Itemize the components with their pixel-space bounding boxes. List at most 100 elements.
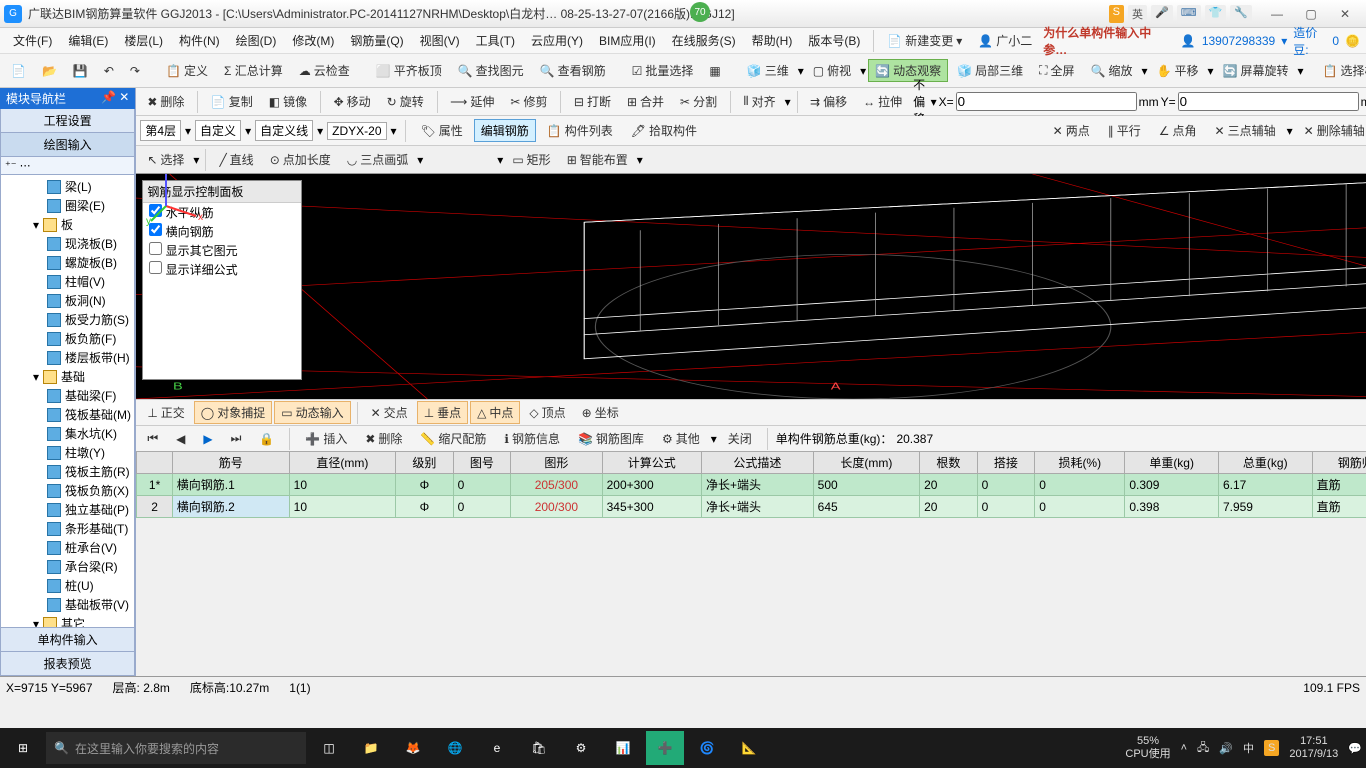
tray-net-icon[interactable]: 🖧 bbox=[1197, 739, 1209, 758]
menu-bim[interactable]: BIM应用(I) bbox=[592, 29, 663, 52]
perp-snap[interactable]: ⊥垂点 bbox=[417, 401, 468, 424]
tree-node[interactable]: 桩(U) bbox=[1, 576, 134, 595]
tree-node[interactable]: 基础梁(F) bbox=[1, 386, 134, 405]
local-3d-button[interactable]: 🧊局部三维 bbox=[950, 59, 1030, 82]
tree-node[interactable]: 板负筋(F) bbox=[1, 329, 134, 348]
tray-up-icon[interactable]: ˄ bbox=[1181, 742, 1187, 754]
grid-first-icon[interactable]: ⏮ bbox=[140, 428, 165, 449]
mid-snap[interactable]: △中点 bbox=[470, 401, 520, 424]
tree-node[interactable]: 筏板主筋(R) bbox=[1, 462, 134, 481]
tree-node[interactable]: 楼层板带(H) bbox=[1, 348, 134, 367]
rotate-button[interactable]: ↻旋转 bbox=[380, 90, 431, 113]
app-icon-4[interactable]: 📐 bbox=[730, 731, 768, 765]
menu-component[interactable]: 构件(N) bbox=[172, 29, 227, 52]
nav-toggle-strip[interactable]: ⁺⁻ ⋯ bbox=[0, 157, 135, 175]
two-point-button[interactable]: ✕两点 bbox=[1046, 119, 1097, 142]
grid-lock-icon[interactable]: 🔒 bbox=[252, 429, 281, 449]
add-length-tool[interactable]: ⊙点加长度 bbox=[263, 148, 338, 171]
menu-file[interactable]: 文件(F) bbox=[6, 29, 59, 52]
tree-node[interactable]: 板洞(N) bbox=[1, 291, 134, 310]
delete-row-button[interactable]: ✖删除 bbox=[358, 427, 409, 450]
app-icon-1[interactable]: 📊 bbox=[604, 731, 642, 765]
maximize-button[interactable]: ▢ bbox=[1294, 3, 1328, 25]
edit-steel-button[interactable]: 编辑钢筋 bbox=[474, 119, 536, 142]
code-select[interactable]: ZDYX-20 bbox=[327, 122, 386, 140]
tree-node[interactable]: 板受力筋(S) bbox=[1, 310, 134, 329]
chrome-icon[interactable]: 🌐 bbox=[436, 731, 474, 765]
tree-node[interactable]: ▾ 基础 bbox=[1, 367, 134, 386]
cloud-check-button[interactable]: ☁云检查 bbox=[292, 59, 357, 82]
undo-icon[interactable]: ↶ bbox=[97, 61, 121, 81]
other-button[interactable]: ⚙其他 bbox=[655, 427, 707, 450]
y-input[interactable] bbox=[1178, 92, 1359, 111]
prop-button[interactable]: 🏷属性 bbox=[414, 119, 470, 142]
explorer-icon[interactable]: 📁 bbox=[352, 731, 390, 765]
dynamic-view-button[interactable]: 🔄动态观察 bbox=[868, 59, 948, 82]
menu-cloud[interactable]: 云应用(Y) bbox=[524, 29, 590, 52]
ortho-toggle[interactable]: ⊥正交 bbox=[140, 401, 191, 424]
ime-sogou-icon[interactable]: S bbox=[1109, 5, 1124, 23]
tree-node[interactable]: 承台梁(R) bbox=[1, 557, 134, 576]
select-tool[interactable]: ↖选择 bbox=[140, 148, 191, 171]
pick-comp-button[interactable]: 🖊拾取构件 bbox=[624, 119, 704, 142]
menu-modify[interactable]: 修改(M) bbox=[285, 29, 341, 52]
stretch-button[interactable]: ↔拉伸 bbox=[856, 90, 909, 113]
coin-icon[interactable]: 🪙 bbox=[1345, 34, 1360, 48]
ime-skin-icon[interactable]: 👕 bbox=[1205, 5, 1227, 23]
tray-sogou-icon[interactable]: S bbox=[1264, 740, 1279, 756]
firefox-icon[interactable]: 🦊 bbox=[394, 731, 432, 765]
user-button[interactable]: 👤广小二 bbox=[971, 29, 1039, 52]
nav-tab-draw[interactable]: 绘图输入 bbox=[0, 133, 135, 157]
define-button[interactable]: 📋定义 bbox=[159, 59, 215, 82]
del-axis-button[interactable]: ✕删除辅轴 bbox=[1297, 119, 1366, 142]
pin-icon[interactable]: 📌 ✕ bbox=[101, 90, 129, 107]
merge-button[interactable]: ⊞合并 bbox=[620, 90, 671, 113]
mirror-button[interactable]: ◧镜像 bbox=[262, 90, 314, 113]
grid-next-icon[interactable]: ▶ bbox=[196, 429, 219, 449]
view-steel-button[interactable]: 🔍查看钢筋 bbox=[533, 59, 613, 82]
x-input[interactable] bbox=[956, 92, 1137, 111]
tree-node[interactable]: 筏板负筋(X) bbox=[1, 481, 134, 500]
trim-button[interactable]: ✂修剪 bbox=[503, 90, 554, 113]
find-element-button[interactable]: 🔍查找图元 bbox=[451, 59, 531, 82]
grid-last-icon[interactable]: ⏭ bbox=[224, 428, 249, 449]
arc3-tool[interactable]: ◡三点画弧 bbox=[340, 148, 416, 171]
tree-node[interactable]: 柱墩(Y) bbox=[1, 443, 134, 462]
sum-calc-button[interactable]: Σ 汇总计算 bbox=[217, 59, 290, 82]
category-select[interactable]: 自定义 bbox=[195, 120, 241, 141]
menu-draw[interactable]: 绘图(D) bbox=[229, 29, 284, 52]
zoom-button[interactable]: 🔍缩放 bbox=[1084, 59, 1140, 82]
flat-top-button[interactable]: ⬜平齐板顶 bbox=[369, 59, 449, 82]
fullscreen-button[interactable]: ⛶全屏 bbox=[1032, 59, 1081, 82]
point-angle-button[interactable]: ∠点角 bbox=[1152, 119, 1204, 142]
new-change-button[interactable]: 📄新建变更 ▾ bbox=[880, 29, 969, 52]
three-axis-button[interactable]: ✕三点辅轴 bbox=[1208, 119, 1283, 142]
taskbar-search[interactable]: 🔍 在这里输入你要搜索的内容 bbox=[46, 732, 306, 764]
tray-notif-icon[interactable]: 💬 bbox=[1348, 742, 1362, 755]
nav-tab-report[interactable]: 报表预览 bbox=[0, 652, 135, 676]
break-button[interactable]: ⊟打断 bbox=[567, 90, 618, 113]
align-button[interactable]: ⫴对齐 bbox=[737, 90, 783, 113]
ime-tool-icon[interactable]: 🔧 bbox=[1230, 5, 1252, 23]
menu-floor[interactable]: 楼层(L) bbox=[117, 29, 170, 52]
rebar-grid[interactable]: 筋号直径(mm)级别图号图形计算公式公式描述长度(mm)根数搭接损耗(%)单重(… bbox=[136, 451, 1366, 676]
new-icon[interactable]: 📄 bbox=[4, 61, 33, 81]
nav-tab-single[interactable]: 单构件输入 bbox=[0, 628, 135, 652]
close-button[interactable]: ✕ bbox=[1328, 3, 1362, 25]
start-button[interactable]: ⊞ bbox=[4, 731, 42, 765]
pan-button[interactable]: ✋平移 bbox=[1150, 59, 1206, 82]
rebar-info-button[interactable]: ℹ钢筋信息 bbox=[497, 427, 567, 450]
move-button[interactable]: ✥移动 bbox=[327, 90, 378, 113]
cpu-meter[interactable]: 55%CPU使用 bbox=[1125, 735, 1170, 761]
tree-node[interactable]: 梁(L) bbox=[1, 177, 134, 196]
tree-node[interactable]: ▾ 其它 bbox=[1, 614, 134, 628]
settings-icon[interactable]: ⚙ bbox=[562, 731, 600, 765]
type-select[interactable]: 自定义线 bbox=[255, 120, 313, 141]
save-icon[interactable]: 💾 bbox=[66, 61, 95, 81]
tree-node[interactable]: 筏板基础(M) bbox=[1, 405, 134, 424]
comp-list-button[interactable]: 📋构件列表 bbox=[540, 119, 620, 142]
rect-tool[interactable]: ▭矩形 bbox=[505, 148, 557, 171]
tree-node[interactable]: 基础板带(V) bbox=[1, 595, 134, 614]
phone-number[interactable]: 13907298339 bbox=[1202, 34, 1275, 48]
tree-node[interactable]: 独立基础(P) bbox=[1, 500, 134, 519]
